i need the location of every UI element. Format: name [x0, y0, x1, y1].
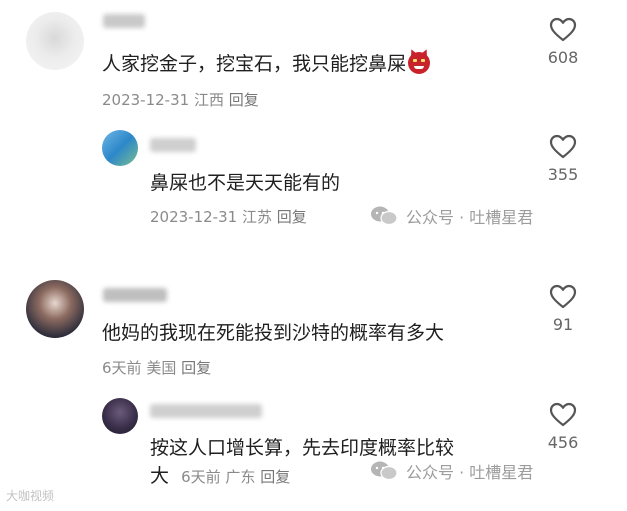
username[interactable] [103, 14, 145, 28]
watermark: 公众号 · 吐槽星君 [370, 459, 533, 483]
comment-text-content: 大 [150, 465, 170, 487]
comment-date: 6天前 [102, 359, 142, 377]
like-count: 91 [552, 315, 574, 334]
comment-meta: 2023-12-31 江苏 回复 [150, 206, 307, 227]
comment-text-content: 人家挖金子，挖宝石，我只能挖鼻屎 [102, 53, 407, 75]
reply-button[interactable]: 回复 [277, 208, 307, 226]
heart-outline-icon [549, 17, 577, 42]
comment-location: 江西 [193, 91, 224, 109]
avatar[interactable] [26, 280, 84, 338]
like-count: 608 [547, 48, 579, 67]
like-count: 355 [547, 165, 579, 184]
like-button[interactable]: 456 [533, 402, 593, 452]
comment-location: 美国 [146, 359, 177, 377]
reply-button[interactable]: 回复 [181, 359, 211, 377]
comment-location: 江苏 [241, 208, 272, 226]
comment-text: 他妈的我现在死能投到沙特的概率有多大 [102, 322, 445, 344]
comment-location: 广东 [225, 468, 256, 486]
heart-outline-icon [549, 402, 577, 427]
corner-watermark-text: 大咖视频 [6, 489, 55, 503]
comment-date: 6天前 [181, 468, 221, 486]
comment-meta: 6天前 广东 回复 [181, 468, 290, 486]
wechat-icon [371, 461, 398, 481]
corner-watermark: 大咖视频 [6, 487, 54, 504]
devil-face-emoji [408, 52, 431, 74]
avatar[interactable] [102, 130, 138, 166]
comment-date: 2023-12-31 [150, 208, 238, 226]
comment-text: 鼻屎也不是天天能有的 [150, 172, 341, 194]
wechat-icon [371, 206, 398, 226]
heart-outline-icon [549, 134, 577, 159]
like-button[interactable]: 355 [533, 134, 593, 184]
reply-button[interactable]: 回复 [260, 468, 290, 486]
comment-date: 2023-12-31 [102, 91, 190, 109]
like-button[interactable]: 91 [533, 284, 593, 334]
comment-meta: 2023-12-31 江西 回复 [102, 89, 259, 110]
like-button[interactable]: 608 [533, 17, 593, 67]
comment-text: 人家挖金子，挖宝石，我只能挖鼻屎 [102, 49, 431, 76]
username[interactable] [103, 288, 167, 302]
watermark-text: 公众号 · 吐槽星君 [406, 208, 534, 227]
watermark-text: 公众号 · 吐槽星君 [406, 463, 534, 482]
avatar[interactable] [102, 398, 138, 434]
comment-meta: 6天前 美国 回复 [102, 357, 211, 378]
like-count: 456 [547, 433, 579, 452]
reply-button[interactable]: 回复 [229, 91, 259, 109]
watermark: 公众号 · 吐槽星君 [370, 204, 533, 228]
username[interactable] [150, 138, 196, 152]
comment-text-line: 按这人口增长算，先去印度概率比较 [150, 437, 455, 459]
username[interactable] [150, 404, 262, 418]
avatar[interactable] [26, 12, 84, 70]
heart-outline-icon [549, 284, 577, 309]
